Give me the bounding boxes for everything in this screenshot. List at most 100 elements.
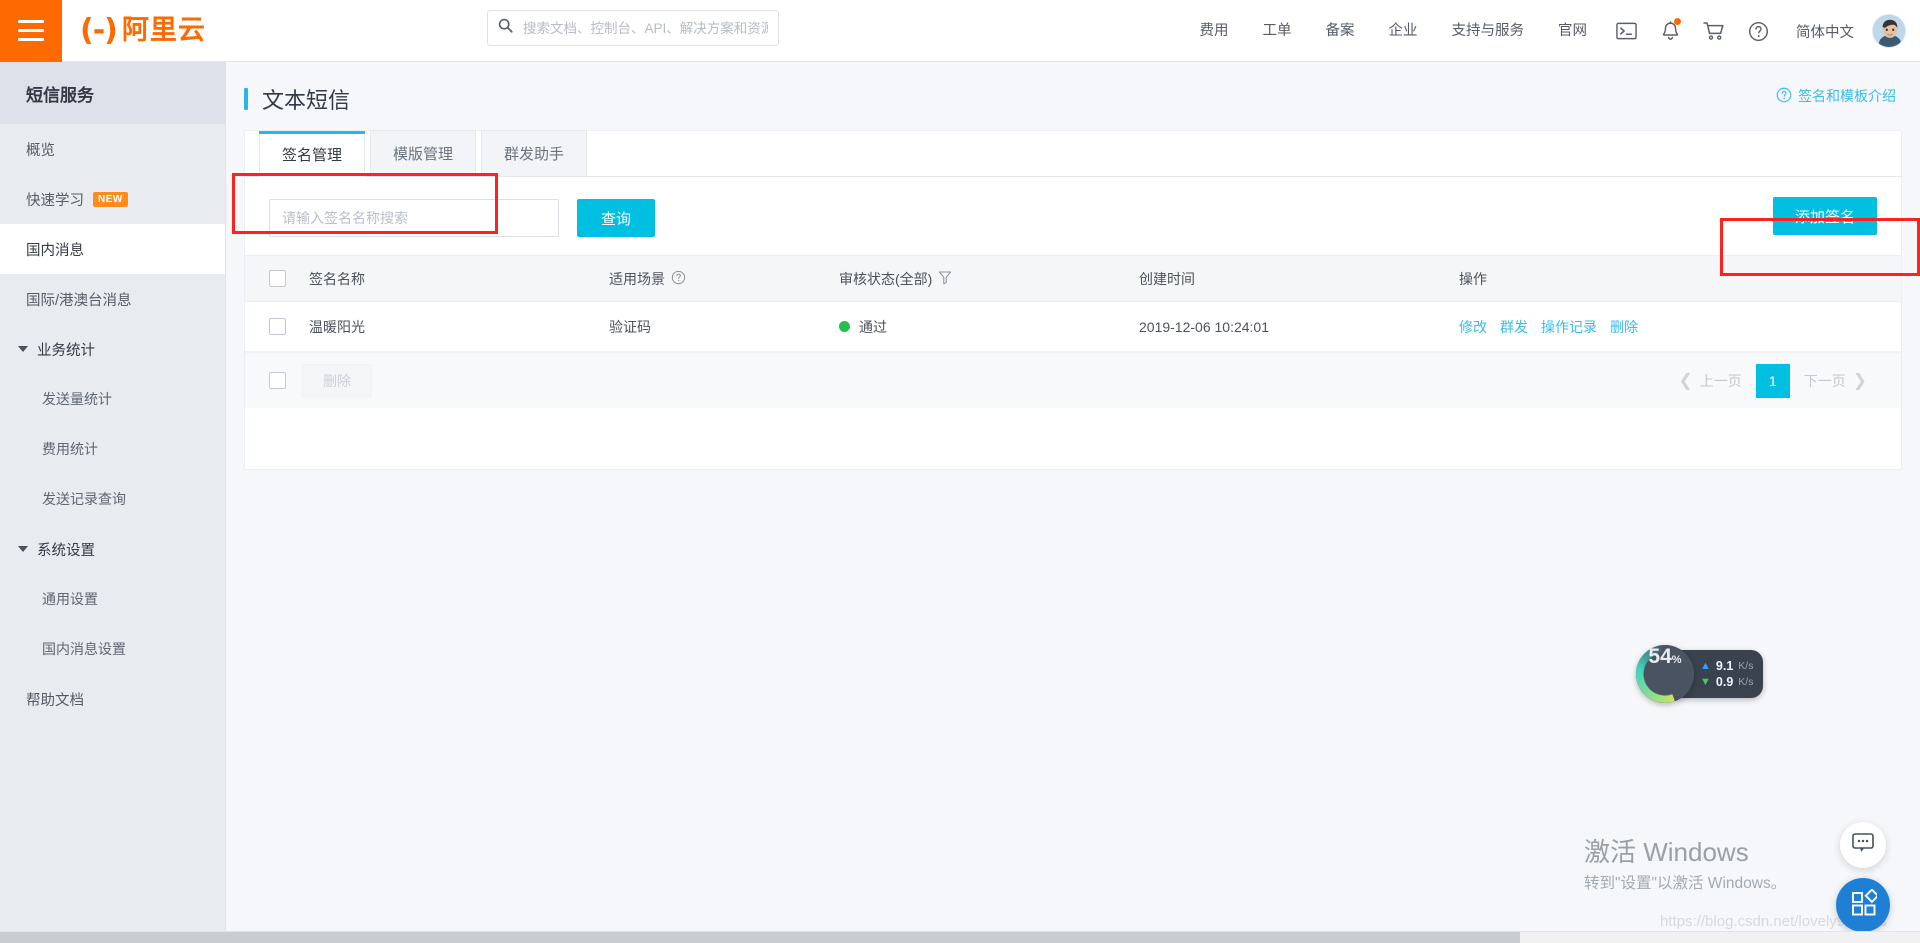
- sidebar-item-help-docs[interactable]: 帮助文档: [0, 674, 225, 724]
- network-speed-widget[interactable]: 54 % ▲ 9.1 K/s ▼ 0.9 K/s: [1636, 645, 1784, 703]
- pagination-next[interactable]: 下一页 ❯: [1794, 364, 1877, 398]
- signature-table: 签名名称 适用场景 审核状态(全部) 创建时间 操作 温暖阳光 验证码 通过 2…: [245, 255, 1901, 352]
- footer-select-all-checkbox[interactable]: [269, 372, 286, 389]
- help-circle-icon: [1776, 87, 1792, 106]
- row-select-cell: [245, 301, 309, 352]
- table-header-status: 审核状态(全部): [839, 255, 1139, 302]
- tab-template-management[interactable]: 模版管理: [370, 130, 477, 176]
- filter-funnel-icon[interactable]: [938, 270, 952, 288]
- help-icon[interactable]: [1736, 0, 1780, 62]
- sidebar-group-business-stats[interactable]: 业务统计: [0, 324, 225, 374]
- apps-launcher-button[interactable]: [1836, 878, 1890, 932]
- sidebar: 短信服务 概览 快速学习 NEW 国内消息 国际/港澳台消息 业务统计 发送量统…: [0, 62, 226, 943]
- signature-template-intro-link[interactable]: 签名和模板介绍: [1776, 86, 1896, 106]
- status-badge: 通过: [859, 318, 887, 335]
- pagination-prev[interactable]: ❮ 上一页: [1669, 364, 1752, 398]
- arrow-down-icon: ▼: [1700, 675, 1711, 688]
- download-speed-line: ▼ 0.9 K/s: [1700, 675, 1753, 689]
- sidebar-item-label: 国内消息设置: [42, 641, 126, 657]
- sidebar-group-system-settings[interactable]: 系统设置: [0, 524, 225, 574]
- pagination-next-label: 下一页: [1803, 372, 1846, 389]
- terminal-icon[interactable]: [1604, 0, 1648, 62]
- action-edit[interactable]: 修改: [1459, 317, 1487, 337]
- add-signature-button[interactable]: 添加签名: [1772, 197, 1877, 235]
- bulk-delete-button[interactable]: 删除: [302, 363, 372, 398]
- download-speed-unit: K/s: [1738, 676, 1754, 688]
- table-header-name: 签名名称: [309, 255, 609, 302]
- sidebar-item-international-messages[interactable]: 国际/港澳台消息: [0, 274, 225, 324]
- avatar[interactable]: [1872, 14, 1906, 48]
- cell-created-time: 2019-12-06 10:24:01: [1139, 301, 1459, 352]
- bulk-actions: 删除: [269, 363, 372, 398]
- tab-bulk-send-assistant[interactable]: 群发助手: [481, 130, 588, 176]
- column-label: 创建时间: [1139, 270, 1195, 287]
- chat-support-button[interactable]: [1840, 822, 1886, 868]
- action-delete[interactable]: 删除: [1610, 317, 1638, 337]
- language-selector[interactable]: 简体中文: [1780, 21, 1868, 42]
- scrollbar-thumb[interactable]: [0, 932, 1520, 943]
- sidebar-item-label: 业务统计: [37, 342, 95, 359]
- action-operation-log[interactable]: 操作记录: [1541, 317, 1597, 337]
- cell-status: 通过: [839, 301, 1139, 352]
- new-badge: NEW: [93, 191, 128, 207]
- tab-bar: 签名管理 模版管理 群发助手: [245, 130, 1901, 177]
- sidebar-item-send-volume-stats[interactable]: 发送量统计: [0, 374, 225, 424]
- tab-label: 签名管理: [282, 146, 343, 164]
- header-link-fees[interactable]: 费用: [1183, 0, 1246, 62]
- alibaba-cloud-logo[interactable]: (-) 阿里云: [80, 12, 206, 48]
- column-label: 审核状态(全部): [839, 270, 933, 287]
- sidebar-item-fee-stats[interactable]: 费用统计: [0, 424, 225, 474]
- logo-mark-icon: (-): [80, 12, 118, 48]
- tab-signature-management[interactable]: 签名管理: [259, 131, 366, 177]
- table-head: 签名名称 适用场景 审核状态(全部) 创建时间 操作: [245, 255, 1901, 302]
- hamburger-menu-icon[interactable]: [0, 0, 62, 62]
- table-row[interactable]: 温暖阳光 验证码 通过 2019-12-06 10:24:01 修改 群发 操作…: [245, 301, 1901, 352]
- chevron-down-icon: [18, 546, 28, 552]
- table-body: 温暖阳光 验证码 通过 2019-12-06 10:24:01 修改 群发 操作…: [245, 301, 1901, 352]
- gauge-percent-symbol: %: [1671, 654, 1682, 666]
- header-link-icp[interactable]: 备案: [1309, 0, 1372, 62]
- header-link-tickets[interactable]: 工单: [1246, 0, 1309, 62]
- cell-scene: 验证码: [609, 301, 839, 352]
- global-search-input[interactable]: [523, 20, 768, 36]
- sidebar-item-overview[interactable]: 概览: [0, 124, 225, 174]
- cart-icon[interactable]: [1692, 0, 1736, 62]
- gauge-percent-value: 54: [1648, 645, 1672, 668]
- signature-search-box[interactable]: [269, 199, 559, 237]
- page-title: 文本短信: [226, 83, 350, 115]
- sidebar-item-domestic-messages[interactable]: 国内消息: [0, 224, 225, 274]
- upload-speed-line: ▲ 9.1 K/s: [1700, 659, 1753, 673]
- title-accent-bar: [244, 88, 248, 110]
- chevron-down-icon: [18, 346, 28, 352]
- header-link-support[interactable]: 支持与服务: [1435, 0, 1542, 62]
- header-link-enterprise[interactable]: 企业: [1372, 0, 1435, 62]
- pagination-page-1[interactable]: 1: [1755, 363, 1790, 398]
- sidebar-item-label: 发送量统计: [42, 391, 112, 407]
- bell-icon[interactable]: [1648, 0, 1692, 62]
- sidebar-item-domestic-message-settings[interactable]: 国内消息设置: [0, 624, 225, 674]
- apps-grid-icon: [1849, 887, 1880, 922]
- sidebar-item-send-record-query[interactable]: 发送记录查询: [0, 474, 225, 524]
- action-bulk-send[interactable]: 群发: [1500, 317, 1528, 337]
- chevron-right-icon: ❯: [1852, 370, 1867, 390]
- row-checkbox[interactable]: [269, 318, 286, 336]
- search-icon: [498, 18, 513, 38]
- cpu-usage-gauge: 54 %: [1636, 645, 1694, 703]
- table-header-created: 创建时间: [1139, 255, 1459, 302]
- table-header-scene: 适用场景: [609, 255, 839, 302]
- chevron-left-icon: ❮: [1678, 370, 1693, 390]
- column-label: 操作: [1459, 270, 1487, 287]
- header-link-website[interactable]: 官网: [1541, 0, 1604, 62]
- select-all-checkbox[interactable]: [269, 270, 286, 288]
- sidebar-item-label: 帮助文档: [26, 692, 84, 709]
- column-label: 签名名称: [309, 270, 365, 287]
- scene-help-icon[interactable]: [671, 270, 686, 288]
- sidebar-item-general-settings[interactable]: 通用设置: [0, 574, 225, 624]
- signature-search-input[interactable]: [282, 210, 546, 226]
- global-search-box[interactable]: [487, 10, 779, 46]
- query-button[interactable]: 查询: [577, 199, 655, 237]
- horizontal-scrollbar[interactable]: [0, 931, 1920, 943]
- upload-speed-value: 9.1: [1715, 659, 1734, 673]
- sidebar-item-quick-learning[interactable]: 快速学习 NEW: [0, 174, 225, 224]
- help-link-label: 签名和模板介绍: [1798, 88, 1896, 104]
